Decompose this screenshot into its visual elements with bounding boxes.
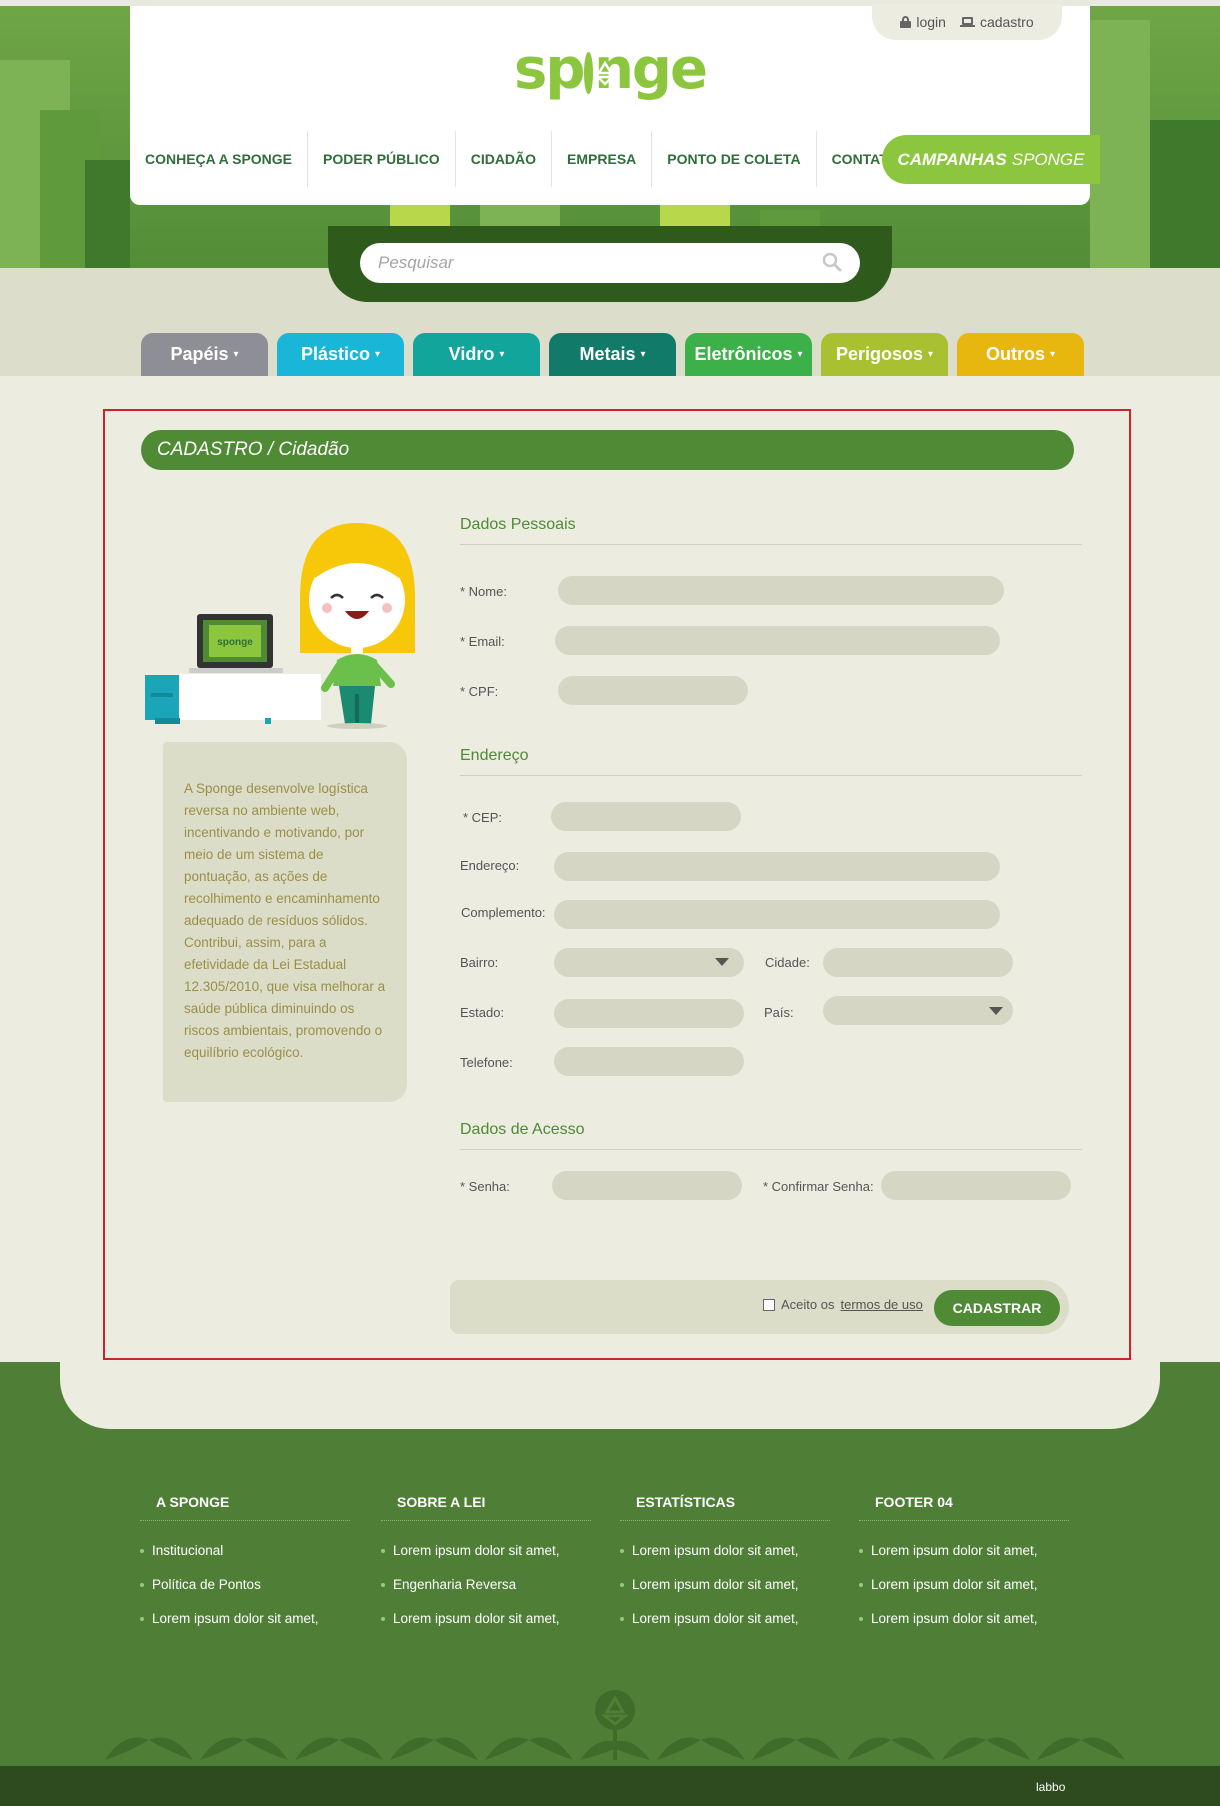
lock-icon (900, 16, 912, 28)
footer-col-1: A SPONGE Institucional Política de Ponto… (140, 1490, 350, 1645)
category-tabs: Papéis ▾ Plástico ▾ Vidro ▾ Metais ▾ Eletrôn… (141, 333, 1084, 376)
account-links: login cadastro (872, 4, 1062, 40)
section-access: Dados de Acesso (460, 1121, 1082, 1150)
category-perigosos[interactable]: Perigosos ▾ (821, 333, 948, 376)
category-metais[interactable]: Metais ▾ (549, 333, 676, 376)
caret-down-icon: ▾ (797, 349, 803, 360)
footer-col-2: SOBRE A LEI Lorem ipsum dolor sit amet, … (381, 1490, 591, 1645)
footer-col-4: FOOTER 04 Lorem ipsum dolor sit amet, Lo… (859, 1490, 1069, 1645)
terms-link[interactable]: termos de uso (840, 1297, 922, 1312)
confirmar-senha-label: * Confirmar Senha: (763, 1179, 874, 1194)
complemento-label: Complemento: (461, 905, 546, 920)
footer-link[interactable]: Lorem ipsum dolor sit amet, (620, 1611, 830, 1645)
girl-at-desk-illustration: sponge (145, 523, 415, 729)
footer-col-title: FOOTER 04 (859, 1490, 1069, 1521)
nav-conheca[interactable]: CONHEÇA A SPONGE (130, 131, 309, 187)
campaign-button[interactable]: CAMPANHAS SPONGE (882, 135, 1100, 184)
search-input[interactable] (360, 243, 860, 283)
footer-link[interactable]: Política de Pontos (140, 1577, 350, 1611)
cep-label: * CEP: (463, 810, 503, 825)
cpf-label: * CPF: (460, 684, 499, 699)
cidade-label: Cidade: (765, 955, 810, 970)
footer-col-title: ESTATÍSTICAS (620, 1490, 830, 1521)
endereco-input[interactable] (554, 852, 1000, 881)
estado-label: Estado: (460, 1005, 505, 1020)
sponge-logo[interactable]: sp nge (514, 30, 708, 108)
nome-label: * Nome: (460, 584, 507, 599)
senha-input[interactable] (552, 1171, 742, 1200)
footer-cap (60, 1362, 1160, 1429)
footer-link[interactable]: Lorem ipsum dolor sit amet, (140, 1611, 350, 1645)
category-vidro[interactable]: Vidro ▾ (413, 333, 540, 376)
laptop-icon (959, 16, 975, 28)
cadastrar-button[interactable]: CADASTRAR (934, 1290, 1060, 1326)
footer-link[interactable]: Lorem ipsum dolor sit amet, (859, 1577, 1069, 1611)
cidade-input[interactable] (823, 948, 1013, 977)
category-outros[interactable]: Outros ▾ (957, 333, 1084, 376)
email-input[interactable] (555, 626, 1000, 655)
nav-ponto-coleta[interactable]: PONTO DE COLETA (652, 131, 817, 187)
login-link[interactable]: login (900, 14, 946, 30)
accept-terms-checkbox[interactable] (763, 1298, 775, 1311)
nav-poder-publico[interactable]: PODER PÚBLICO (308, 131, 456, 187)
email-label: * Email: (460, 634, 505, 649)
footer-link[interactable]: Lorem ipsum dolor sit amet, (859, 1611, 1069, 1645)
nome-input[interactable] (558, 576, 1004, 605)
pais-label: País: (764, 1005, 794, 1020)
footer-col-title: SOBRE A LEI (381, 1490, 591, 1521)
caret-down-icon: ▾ (375, 349, 381, 360)
cadastro-label: cadastro (979, 14, 1034, 30)
estado-input[interactable] (554, 999, 744, 1028)
info-card: A Sponge desenvolve logística reversa no… (163, 742, 407, 1102)
page-title: CADASTRO / Cidadão (141, 430, 1074, 470)
chevron-down-icon (989, 1007, 1003, 1015)
telefone-label: Telefone: (460, 1055, 513, 1070)
recycle-icon (584, 52, 616, 94)
category-plastico[interactable]: Plástico ▾ (277, 333, 404, 376)
caret-down-icon: ▾ (640, 349, 646, 360)
caret-down-icon: ▾ (233, 349, 239, 360)
bairro-label: Bairro: (460, 955, 499, 970)
endereco-label: Endereço: (460, 858, 520, 873)
footer-link[interactable]: Lorem ipsum dolor sit amet, (859, 1543, 1069, 1577)
accept-terms: Aceito os termos de uso (763, 1297, 923, 1312)
caret-down-icon: ▾ (499, 349, 505, 360)
pais-select[interactable] (823, 996, 1013, 1025)
section-address: Endereço (460, 747, 1082, 776)
cpf-input[interactable] (558, 676, 748, 705)
footer-link[interactable]: Engenharia Reversa (381, 1577, 591, 1611)
footer-link[interactable]: Lorem ipsum dolor sit amet, (620, 1577, 830, 1611)
footer-col-title: A SPONGE (140, 1490, 350, 1521)
nav-cidadao[interactable]: CIDADÃO (456, 131, 553, 187)
caret-down-icon: ▾ (1049, 349, 1056, 360)
caret-down-icon: ▾ (928, 349, 934, 360)
footer-col-3: ESTATÍSTICAS Lorem ipsum dolor sit amet,… (620, 1490, 830, 1645)
footer-link[interactable]: Institucional (140, 1543, 350, 1577)
chevron-down-icon (715, 958, 729, 966)
nav-empresa[interactable]: EMPRESA (552, 131, 653, 187)
main-nav: CONHEÇA A SPONGE PODER PÚBLICO CIDADÃO E… (130, 128, 913, 190)
accept-prefix: Aceito os (781, 1297, 835, 1312)
complemento-input[interactable] (554, 900, 1000, 929)
cep-input[interactable] (551, 802, 741, 831)
footer-link[interactable]: Lorem ipsum dolor sit amet, (381, 1611, 591, 1645)
confirmar-senha-input[interactable] (881, 1171, 1071, 1200)
footer-link[interactable]: Lorem ipsum dolor sit amet, (381, 1543, 591, 1577)
footer-link[interactable]: Lorem ipsum dolor sit amet, (620, 1543, 830, 1577)
category-eletronicos[interactable]: Eletrônicos ▾ (685, 333, 812, 376)
cadastro-link[interactable]: cadastro (959, 14, 1034, 30)
search-icon[interactable] (822, 252, 842, 272)
leaf-border-decoration (105, 1690, 1125, 1760)
login-label: login (916, 14, 946, 30)
laptop-screen-text: sponge (217, 637, 253, 648)
labbo-credit[interactable]: labbo (1036, 1780, 1065, 1794)
senha-label: * Senha: (460, 1179, 510, 1194)
category-papeis[interactable]: Papéis ▾ (141, 333, 268, 376)
section-personal: Dados Pessoais (460, 516, 1082, 545)
telefone-input[interactable] (554, 1047, 744, 1076)
